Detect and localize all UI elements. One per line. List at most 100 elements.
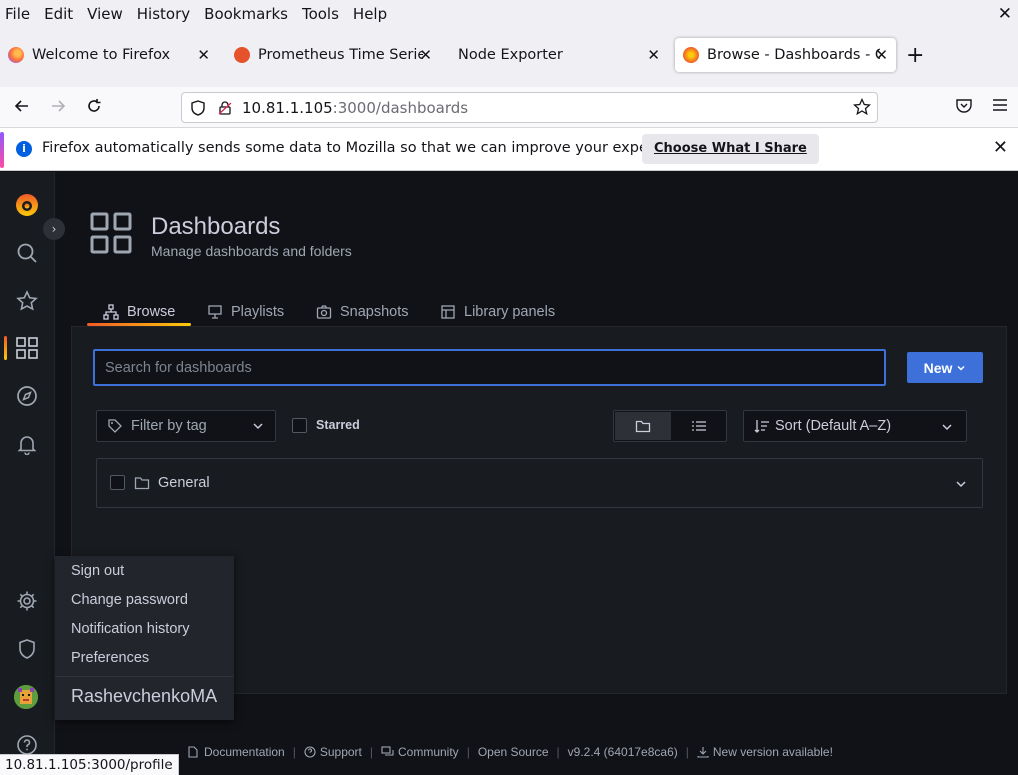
folder-icon [635, 420, 651, 433]
url-bar[interactable]: 10.81.1.105:3000/dashboards [181, 92, 878, 123]
url-path: :3000/dashboards [332, 99, 469, 117]
sitemap-icon [103, 304, 119, 320]
footer-label: Documentation [204, 745, 285, 759]
browser-tab-active[interactable]: Browse - Dashboards - Gr ✕ [675, 38, 896, 72]
footer-open-source-link[interactable]: Open Source [478, 745, 549, 759]
grafana-logo-icon[interactable] [14, 192, 40, 218]
firefox-icon [8, 47, 24, 63]
change-password-menu-item[interactable]: Change password [71, 592, 188, 608]
starred-label: Starred [316, 418, 360, 432]
list-view-button[interactable] [671, 412, 726, 440]
info-icon: i [16, 141, 32, 157]
new-tab-icon[interactable]: + [906, 43, 924, 68]
tab-playlists[interactable]: Playlists [207, 298, 284, 326]
shield-icon[interactable] [189, 99, 207, 121]
footer-label: v9.2.4 (64017e8ca6) [567, 745, 678, 759]
page-subtitle: Manage dashboards and folders [151, 243, 352, 259]
folder-view-button[interactable] [615, 412, 671, 440]
folder-row[interactable]: General [96, 458, 983, 508]
menu-help[interactable]: Help [348, 5, 392, 23]
tab-close-icon[interactable]: ✕ [419, 46, 432, 64]
menu-history[interactable]: History [132, 5, 195, 23]
active-menu-marker [4, 336, 7, 360]
search-dashboards-input[interactable] [95, 351, 884, 384]
sort-icon [754, 420, 769, 433]
footer: Documentation | Support | Community | Op… [187, 744, 833, 760]
starred-icon[interactable] [14, 288, 40, 314]
search-icon[interactable] [14, 240, 40, 266]
sort-label: Sort (Default A–Z) [775, 418, 892, 434]
footer-community-link[interactable]: Community [381, 745, 459, 759]
profile-username[interactable]: RashevchenkoMA [71, 686, 217, 707]
question-circle-icon [304, 746, 316, 758]
browser-tab[interactable]: Prometheus Time Series C ✕ [234, 38, 440, 72]
filter-by-tag-select[interactable]: Filter by tag [96, 410, 276, 442]
chevron-down-icon[interactable] [954, 476, 968, 495]
tab-close-icon[interactable]: ✕ [875, 46, 888, 64]
url-text: 10.81.1.105:3000/dashboards [242, 99, 468, 117]
menu-file[interactable]: File [0, 5, 35, 23]
tab-label: Browse [127, 304, 176, 320]
preferences-menu-item[interactable]: Preferences [71, 650, 149, 666]
menu-bookmarks[interactable]: Bookmarks [199, 5, 293, 23]
dashboards-header-icon [90, 212, 132, 258]
server-admin-shield-icon[interactable] [14, 636, 40, 662]
menu-view[interactable]: View [82, 5, 128, 23]
lock-icon[interactable] [217, 100, 233, 120]
tab-snapshots[interactable]: Snapshots [316, 298, 409, 326]
explore-icon[interactable] [14, 383, 40, 409]
menu-divider [55, 676, 234, 677]
tab-close-icon[interactable]: ✕ [197, 46, 210, 64]
bookmark-star-icon[interactable] [852, 97, 872, 120]
browser-tab[interactable]: Node Exporter ✕ [458, 38, 668, 72]
forward-icon[interactable] [48, 96, 68, 121]
dashboards-icon[interactable] [14, 335, 40, 361]
pocket-icon[interactable] [955, 96, 973, 119]
new-button[interactable]: New [907, 352, 983, 383]
view-mode-toggle [613, 410, 727, 442]
tab-label: Snapshots [340, 304, 409, 320]
library-panel-icon [441, 305, 455, 319]
footer-documentation-link[interactable]: Documentation [187, 745, 285, 759]
back-icon[interactable] [12, 96, 32, 121]
browser-tab[interactable]: Welcome to Firefox ✕ [8, 38, 218, 72]
footer-new-version-link[interactable]: New version available! [697, 745, 833, 759]
comments-icon [381, 746, 394, 756]
sign-out-menu-item[interactable]: Sign out [71, 563, 124, 579]
avatar[interactable] [14, 685, 38, 709]
tab-title: Node Exporter [458, 47, 563, 63]
starred-checkbox[interactable] [292, 418, 307, 433]
notification-accent [0, 132, 4, 168]
menu-edit[interactable]: Edit [39, 5, 78, 23]
folder-checkbox[interactable] [110, 475, 125, 490]
notification-history-menu-item[interactable]: Notification history [71, 621, 189, 637]
camera-icon [316, 305, 332, 319]
sort-select[interactable]: Sort (Default A–Z) [743, 410, 967, 442]
notification-close-icon[interactable]: ✕ [993, 137, 1008, 158]
footer-label: Community [398, 745, 459, 759]
notification-text: Firefox automatically sends some data to… [42, 140, 698, 156]
tab-title: Browse - Dashboards - Gr [707, 47, 880, 63]
download-icon [697, 747, 709, 758]
menu-tools[interactable]: Tools [297, 5, 344, 23]
tab-browse[interactable]: Browse [103, 298, 175, 326]
footer-label: New version available! [712, 745, 833, 759]
alerting-bell-icon[interactable] [14, 431, 40, 457]
folder-icon [134, 475, 150, 495]
window-close-icon[interactable]: ✕ [998, 4, 1012, 24]
tab-label: Library panels [464, 304, 556, 320]
tab-library-panels[interactable]: Library panels [440, 298, 555, 326]
folder-name: General [158, 475, 210, 491]
settings-gear-icon[interactable] [14, 588, 40, 614]
tab-label: Playlists [231, 304, 285, 320]
footer-label: Open Source [477, 745, 549, 759]
tab-bar: Welcome to Firefox ✕ Prometheus Time Ser… [0, 28, 1018, 87]
menu-bar: File Edit View History Bookmarks Tools H… [0, 0, 1018, 28]
tab-close-icon[interactable]: ✕ [647, 46, 660, 64]
footer-separator: | [369, 745, 373, 759]
choose-what-i-share-button[interactable]: Choose What I Share [642, 134, 819, 164]
reload-icon[interactable] [84, 96, 104, 121]
hamburger-menu-icon[interactable] [991, 96, 1009, 119]
expand-menu-button[interactable]: › [43, 218, 65, 240]
footer-support-link[interactable]: Support [304, 745, 362, 759]
